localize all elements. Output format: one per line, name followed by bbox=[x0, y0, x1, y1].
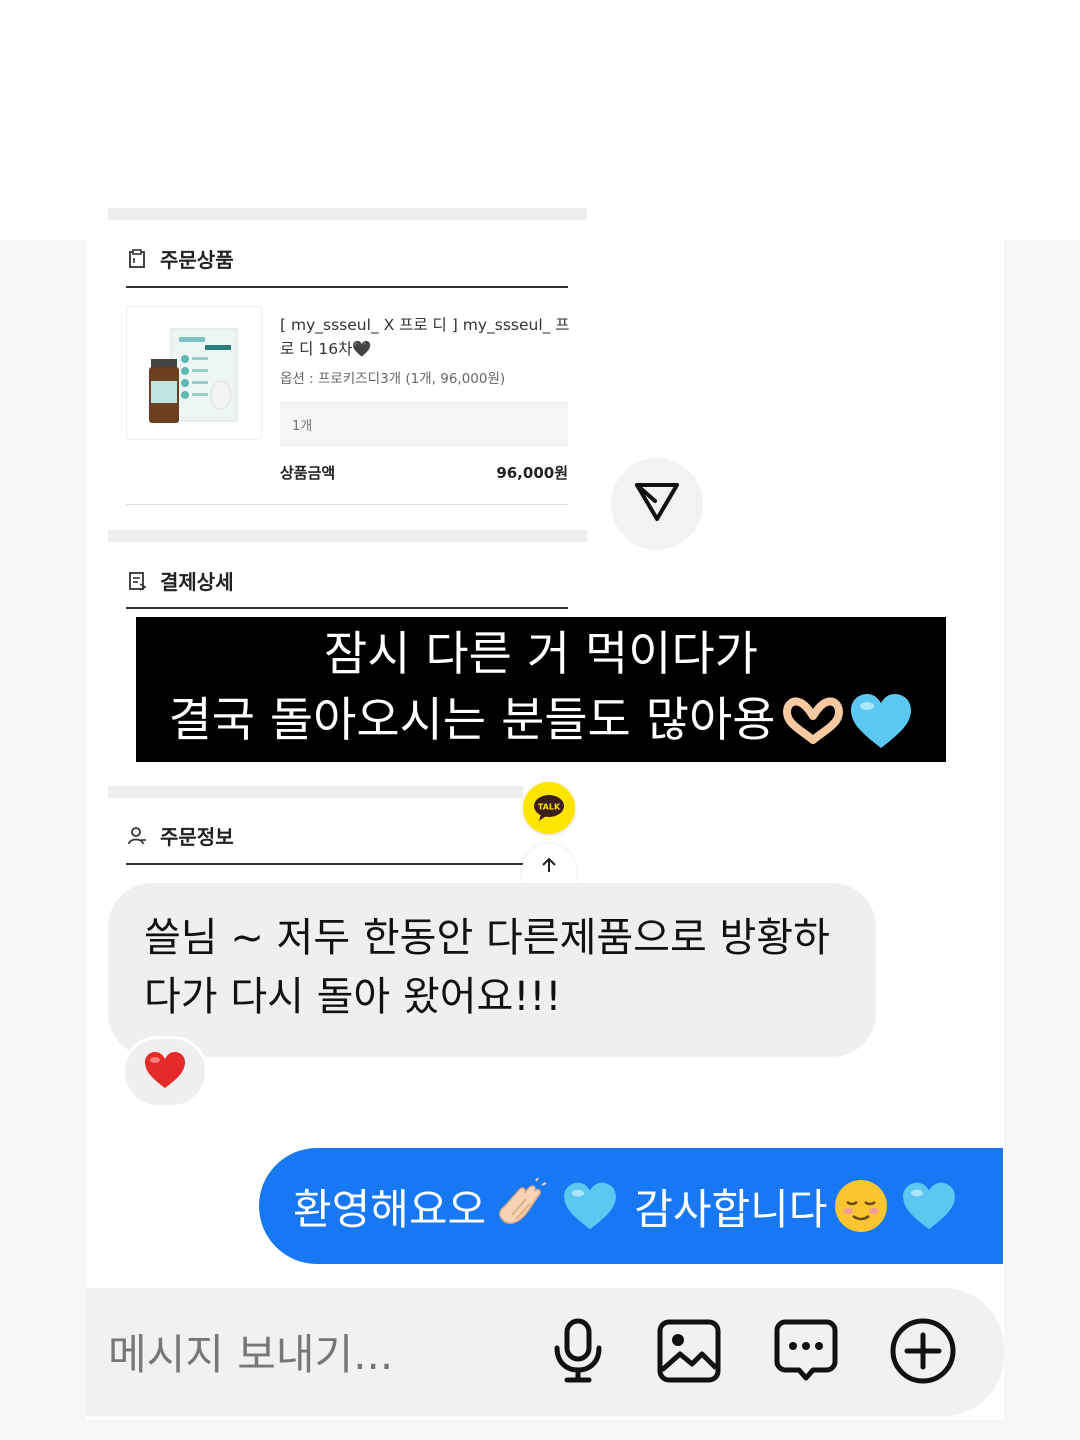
caption-line-2: 결국 돌아오시는 분들도 많아용 bbox=[168, 693, 776, 748]
section-divider-band bbox=[108, 786, 523, 798]
payment-header: 결제상세 bbox=[126, 566, 234, 595]
order-products-header: 주문상품 bbox=[126, 244, 234, 273]
incoming-message-bubble[interactable]: 쓸님 ~ 저두 한동안 다른제품으로 방황하다가 다시 돌아 왔어요!!! bbox=[108, 883, 876, 1057]
clipboard-icon bbox=[126, 248, 148, 270]
kakao-talk-label: TALK bbox=[538, 803, 561, 812]
quantity-box: 1개 bbox=[280, 401, 568, 447]
send-icon bbox=[634, 481, 680, 527]
section-rule bbox=[126, 286, 568, 288]
caption-overlay: 잠시 다른 거 먹이다가 결국 돌아오시는 분들도 많아용 bbox=[136, 617, 946, 762]
relieved-face-icon bbox=[833, 1178, 889, 1234]
red-heart-icon bbox=[143, 1050, 187, 1094]
product-thumbnail[interactable] bbox=[126, 306, 262, 440]
section-rule-light bbox=[126, 504, 568, 505]
receipt-icon bbox=[126, 570, 148, 592]
payment-title: 결제상세 bbox=[160, 570, 234, 594]
more-options-button[interactable] bbox=[888, 1318, 958, 1388]
arrow-up-icon bbox=[540, 856, 558, 878]
sticker-button[interactable] bbox=[771, 1318, 841, 1388]
caption-line-1: 잠시 다른 거 먹이다가 bbox=[324, 627, 758, 682]
outgoing-text-2: 감사합니다 bbox=[634, 1184, 828, 1234]
heart-hands-icon bbox=[781, 696, 845, 746]
image-icon bbox=[656, 1318, 722, 1388]
clapping-hands-icon bbox=[492, 1177, 550, 1235]
price-label: 상품금액 bbox=[280, 464, 336, 482]
chat-bubble-icon bbox=[773, 1318, 839, 1388]
light-blue-heart-icon bbox=[901, 1181, 957, 1231]
light-blue-heart-icon bbox=[562, 1181, 618, 1231]
order-products-title: 주문상품 bbox=[160, 248, 234, 272]
share-button[interactable] bbox=[611, 458, 703, 550]
section-divider-band bbox=[108, 530, 587, 542]
person-icon bbox=[126, 825, 148, 847]
section-rule bbox=[126, 607, 568, 609]
price-value: 96,000원 bbox=[496, 464, 568, 482]
outgoing-message-bubble[interactable]: 환영해요오 감사합니다 bbox=[259, 1148, 1003, 1264]
kakao-talk-button[interactable]: TALK bbox=[523, 782, 575, 834]
section-rule bbox=[126, 863, 526, 865]
message-reaction[interactable] bbox=[122, 1036, 208, 1108]
caption-line-2-row: 결국 돌아오시는 분들도 많아용 bbox=[169, 688, 914, 754]
order-info-title: 주문정보 bbox=[160, 825, 234, 849]
section-divider-band bbox=[108, 208, 587, 220]
product-name[interactable]: [ my_ssseul_ X 프로 디 ] my_ssseul_ 프로 디 16… bbox=[280, 313, 570, 361]
voice-message-button[interactable] bbox=[543, 1318, 613, 1388]
microphone-icon bbox=[550, 1318, 606, 1388]
light-blue-heart-icon bbox=[849, 692, 913, 750]
plus-circle-icon bbox=[889, 1317, 957, 1389]
product-option: 옵션 : 프로키즈디3개 (1개, 96,000원) bbox=[280, 371, 506, 387]
message-input[interactable]: 메시지 보내기... bbox=[108, 1321, 393, 1382]
outgoing-text-1: 환영해요오 bbox=[293, 1184, 487, 1234]
order-info-header: 주문정보 bbox=[126, 821, 234, 850]
gallery-button[interactable] bbox=[654, 1318, 724, 1388]
